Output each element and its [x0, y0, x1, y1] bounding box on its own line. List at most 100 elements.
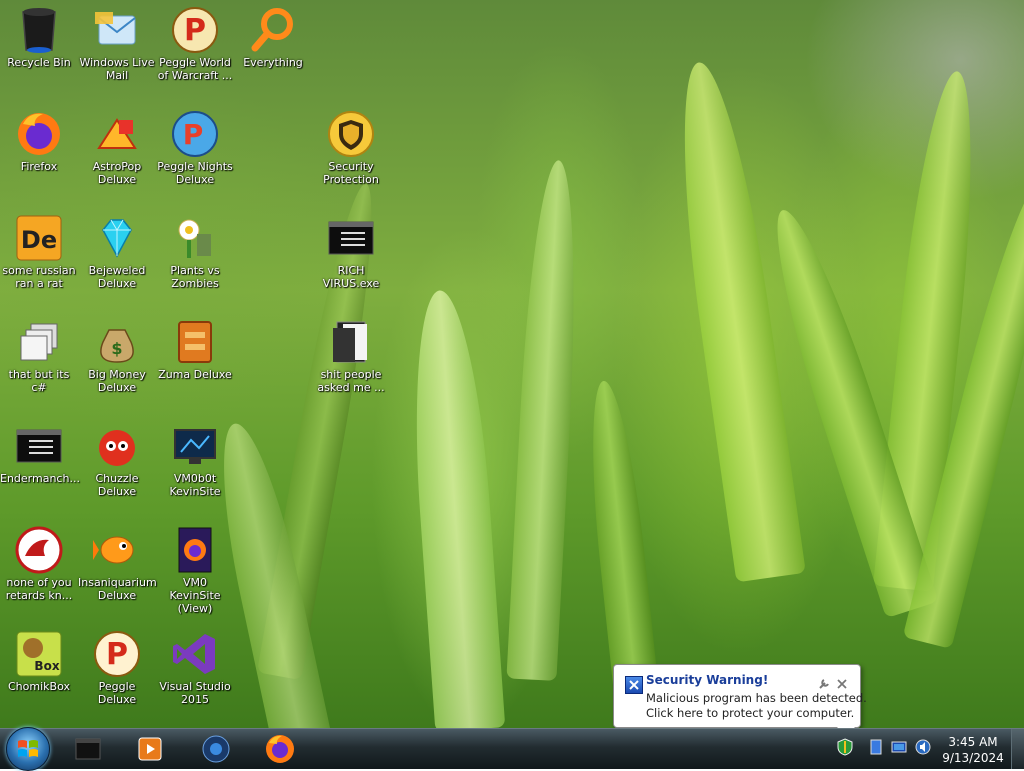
- desktop-icon-none-of-you[interactable]: none of you retards kn...: [0, 522, 78, 622]
- chuzzle-icon: [93, 422, 141, 470]
- wrench-icon[interactable]: [818, 675, 830, 689]
- windows-logo-icon: [18, 740, 38, 757]
- svg-text:P: P: [184, 13, 206, 48]
- stacked-windows-icon: [15, 318, 63, 366]
- desktop-icon-peggle-wow[interactable]: P Peggle World of Warcraft ...: [156, 2, 234, 102]
- taskbar-media-player-button[interactable]: [124, 731, 176, 767]
- desktop-icon-label: none of you retards kn...: [5, 576, 73, 602]
- chomikbox-icon: Box: [15, 630, 63, 678]
- tray-security-shield[interactable]: [835, 737, 855, 757]
- firefox-icon: [266, 735, 294, 763]
- desktop-icon-insaniquarium[interactable]: Insaniquarium Deluxe: [78, 522, 157, 622]
- shield-icon: [327, 110, 375, 158]
- balloon-message-line2: Click here to protect your computer.: [646, 706, 855, 720]
- desktop-icon-label: Big Money Deluxe: [88, 368, 146, 394]
- tray-volume[interactable]: [913, 737, 933, 757]
- desktop-icon-visual-studio[interactable]: Visual Studio 2015: [156, 626, 234, 726]
- executable-icon: [327, 214, 375, 262]
- desktop-icon-label: some russian ran a rat: [2, 264, 76, 290]
- balloon-close-icon[interactable]: [836, 675, 848, 689]
- desktop-icon-label: Chuzzle Deluxe: [95, 472, 139, 498]
- error-x-icon: [625, 676, 643, 694]
- desktop-icon-big-money[interactable]: $ Big Money Deluxe: [78, 314, 156, 414]
- svg-text:De: De: [21, 226, 57, 254]
- red-dragon-icon: [15, 526, 63, 574]
- desktop-icon-label: ChomikBox: [8, 680, 70, 693]
- desktop-icon-recycle-bin[interactable]: Recycle Bin: [0, 2, 78, 102]
- desktop-icon-vm0b0t[interactable]: VM0b0t KevinSite: [156, 418, 234, 518]
- media-player-icon: [138, 737, 162, 761]
- desktop-icon-label: Peggle Deluxe: [97, 680, 137, 706]
- desktop-icon-pvz[interactable]: Plants vs Zombies: [156, 210, 234, 310]
- desktop-icon-label: VM0b0t KevinSite: [169, 472, 221, 498]
- desktop-icon-endermanch[interactable]: Endermanch...: [0, 418, 80, 518]
- desktop-icon-zuma[interactable]: Zuma Deluxe: [156, 314, 234, 414]
- desktop-icon-peggle-deluxe[interactable]: P Peggle Deluxe: [78, 626, 156, 726]
- desktop-icon-label: Insaniquarium Deluxe: [78, 576, 157, 602]
- desktop-icon-label: Firefox: [20, 160, 58, 173]
- desktop-icon-label: Recycle Bin: [7, 56, 71, 69]
- start-button[interactable]: [6, 727, 50, 771]
- flag-icon: [870, 739, 882, 755]
- monitor-icon: [171, 422, 219, 470]
- terminal-icon: [75, 738, 101, 760]
- desktop-icon-peggle-nights[interactable]: P Peggle Nights Deluxe: [156, 106, 234, 206]
- taskbar-media-center-button[interactable]: [190, 731, 242, 767]
- desktop-icon-label: RICH VIRUS.exe: [322, 264, 380, 290]
- peggle-nights-icon: P: [171, 110, 219, 158]
- desktop-icon-firefox[interactable]: Firefox: [0, 106, 78, 206]
- desktop-icon-bejeweled[interactable]: Bejeweled Deluxe: [78, 210, 156, 310]
- astropop-icon: [93, 110, 141, 158]
- desktop-icon-label: Everything: [243, 56, 303, 69]
- desktop-icon-security-protection[interactable]: Security Protection: [312, 106, 390, 206]
- network-icon: [891, 741, 907, 753]
- svg-text:P: P: [183, 118, 204, 151]
- desktop-icon-label: Bejeweled Deluxe: [88, 264, 146, 290]
- zuma-icon: [171, 318, 219, 366]
- desktop-icon-chomikbox[interactable]: Box ChomikBox: [0, 626, 78, 726]
- desktop-icon-label: Peggle World of Warcraft ...: [157, 56, 233, 82]
- system-clock[interactable]: 3:45 AM 9/13/2024: [932, 734, 1014, 766]
- firefox-icon: [15, 110, 63, 158]
- svg-text:Box: Box: [34, 659, 59, 673]
- balloon-message-line1: Malicious program has been detected.: [646, 691, 867, 705]
- desktop-icon-everything[interactable]: Everything: [234, 2, 312, 102]
- shield-icon: [837, 738, 853, 756]
- peggle-p-icon: P: [93, 630, 141, 678]
- svg-text:P: P: [106, 637, 128, 672]
- desktop-icon-label: shit people asked me ...: [317, 368, 385, 394]
- desktop-icon-vm0-kevinsite-view[interactable]: VM0 KevinSite (View): [156, 522, 234, 622]
- windows-live-mail-icon: [93, 6, 141, 54]
- desktop-icon-rich-virus[interactable]: RICH VIRUS.exe: [312, 210, 390, 310]
- clock-time: 3:45 AM: [948, 735, 998, 749]
- executable-icon: [15, 422, 63, 470]
- taskbar-terminal-button[interactable]: [62, 731, 114, 767]
- desktop-icon-shit-people[interactable]: shit people asked me ...: [312, 314, 390, 414]
- money-bag-icon: $: [93, 318, 141, 366]
- firefox-document-icon: [171, 526, 219, 574]
- desktop-icon-some-russian[interactable]: De some russian ran a rat: [0, 210, 78, 310]
- plants-vs-zombies-icon: [171, 214, 219, 262]
- desktop-icon-windows-live-mail[interactable]: Windows Live Mail: [78, 2, 156, 102]
- show-desktop-button[interactable]: [1011, 729, 1024, 769]
- desktop-icon-astropop[interactable]: AstroPop Deluxe: [78, 106, 156, 206]
- clock-date: 9/13/2024: [942, 751, 1004, 765]
- speaker-icon: [915, 739, 931, 755]
- magnifier-icon: [249, 6, 297, 54]
- taskbar-firefox-button[interactable]: [254, 731, 306, 767]
- desktop-icon-label: that but its c#: [8, 368, 70, 394]
- taskbar: 3:45 AM 9/13/2024: [0, 727, 1024, 771]
- desktop-icon-label: Endermanch...: [0, 472, 80, 485]
- tray-network[interactable]: [889, 737, 909, 757]
- tray-action-center[interactable]: [866, 737, 886, 757]
- recycle-bin-icon: [15, 6, 63, 54]
- security-warning-balloon[interactable]: Security Warning! Malicious program has …: [613, 664, 867, 736]
- desktop-icon-label: Visual Studio 2015: [159, 680, 231, 706]
- media-center-icon: [202, 735, 230, 763]
- desktop-icon-that-but-csharp[interactable]: that but its c#: [0, 314, 78, 414]
- desktop-icon-chuzzle[interactable]: Chuzzle Deluxe: [78, 418, 156, 518]
- balloon-title: Security Warning!: [646, 673, 769, 687]
- de-app-icon: De: [15, 214, 63, 262]
- peggle-p-icon: P: [171, 6, 219, 54]
- goldfish-icon: [93, 526, 141, 574]
